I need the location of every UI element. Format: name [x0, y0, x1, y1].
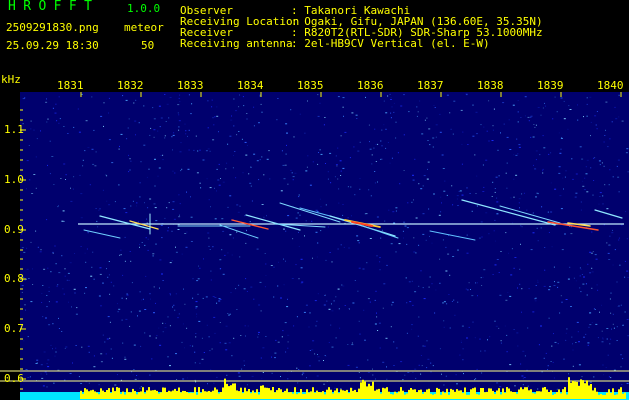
meteor-count: 50: [141, 39, 155, 52]
app-version: 1.0.0: [127, 2, 161, 15]
detection-type-label: meteor: [124, 21, 164, 34]
y-tick-label: 0.9: [4, 223, 24, 236]
x-tick-label: 1837: [417, 79, 444, 92]
capture-datetime: 25.09.29 18:30: [6, 39, 99, 52]
x-tick-label: 1833: [177, 79, 204, 92]
x-tick-label: 1835: [297, 79, 324, 92]
x-tick-label: 1838: [477, 79, 504, 92]
hrofft-window: HROFFT 1.0.0 2509291830.png 25.09.29 18:…: [0, 0, 629, 400]
spectrogram-plot: [0, 74, 629, 400]
app-title: HROFFT: [8, 0, 100, 14]
x-tick-label: 1832: [117, 79, 144, 92]
x-tick-label: 1840: [597, 79, 624, 92]
x-tick-label: 1839: [537, 79, 564, 92]
spectrogram-area: [20, 92, 629, 400]
y-tick-label: 0.8: [4, 272, 24, 285]
y-unit-label: kHz: [1, 73, 21, 86]
y-tick-label: 1.0: [4, 173, 24, 186]
antenna-value: : 2el-HB9CV Vertical (el. E-W): [291, 37, 490, 50]
y-tick-label: 0.7: [4, 322, 24, 335]
y-tick-label: 1.1: [4, 123, 24, 136]
x-tick-label: 1834: [237, 79, 264, 92]
file-name: 2509291830.png: [6, 21, 99, 34]
antenna-label: Receiving antenna: [180, 37, 293, 50]
x-tick-label: 1831: [57, 79, 84, 92]
x-tick-label: 1836: [357, 79, 384, 92]
y-tick-label: 0.6: [4, 372, 24, 385]
